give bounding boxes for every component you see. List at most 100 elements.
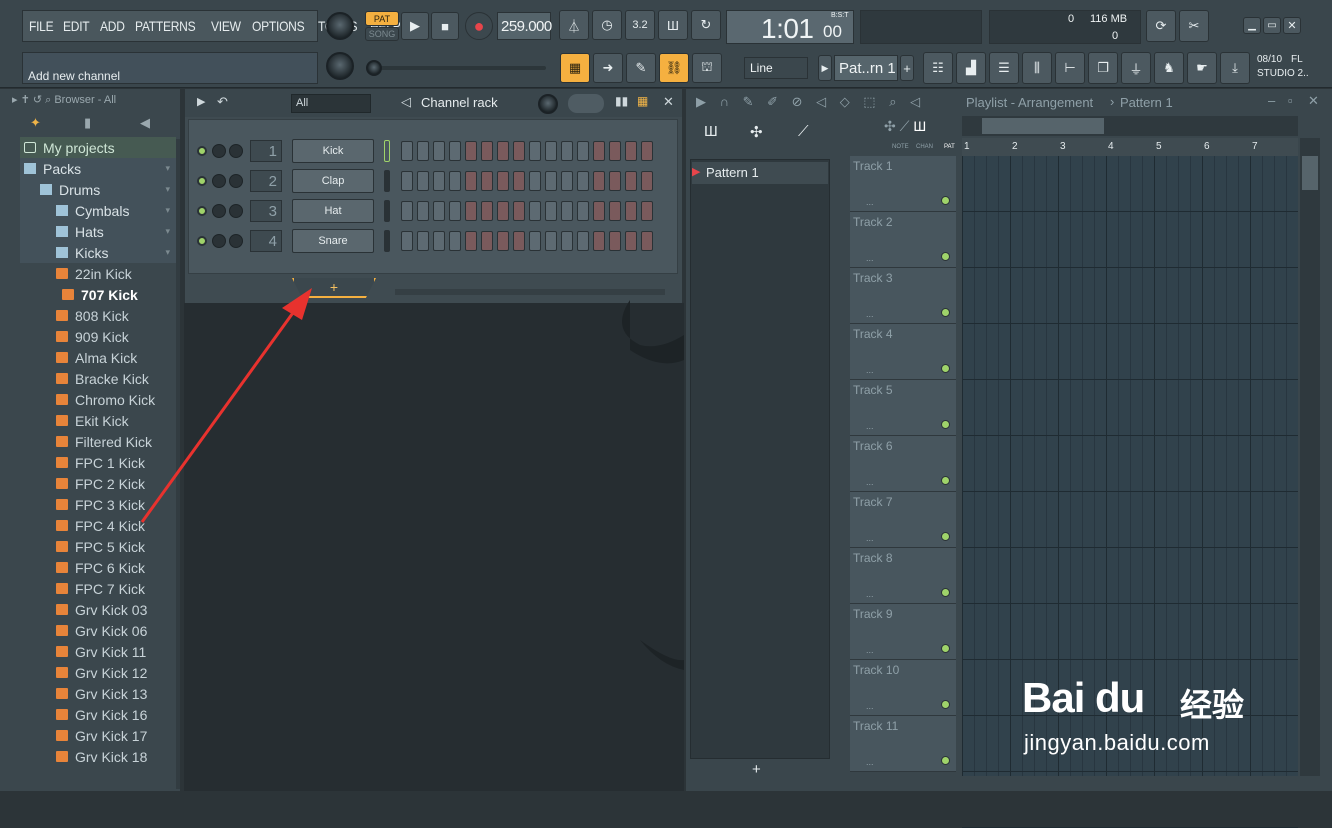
pitch-slider-handle[interactable]: [366, 60, 382, 76]
step-button[interactable]: [513, 171, 525, 191]
master-volume-knob[interactable]: [326, 12, 354, 40]
step-button[interactable]: [609, 141, 621, 161]
step-button[interactable]: [497, 231, 509, 251]
channel-mixer-track[interactable]: 3: [250, 200, 282, 222]
step-button[interactable]: [481, 171, 493, 191]
step-button[interactable]: [465, 201, 477, 221]
track-mute-led[interactable]: [941, 476, 950, 485]
song-position-display[interactable]: 1:01 00 B:S:T: [726, 10, 854, 44]
rack-scrollbar[interactable]: [395, 289, 665, 295]
track-header[interactable]: Track 3...: [850, 268, 956, 324]
scroll-follow-button[interactable]: ✎: [626, 53, 656, 83]
track-header[interactable]: Track 8...: [850, 548, 956, 604]
step-button[interactable]: [433, 171, 445, 191]
step-button[interactable]: [641, 141, 653, 161]
browser-item[interactable]: FPC 6 Kick: [20, 557, 176, 578]
step-button[interactable]: [609, 231, 621, 251]
step-button[interactable]: [545, 171, 557, 191]
stamp-button[interactable]: ⛫: [692, 53, 722, 83]
step-button[interactable]: [561, 201, 573, 221]
channel-name-button[interactable]: Snare: [292, 229, 374, 253]
channel-pan-knob[interactable]: [212, 234, 226, 248]
step-button[interactable]: [625, 231, 637, 251]
step-button[interactable]: [497, 171, 509, 191]
pat-mode-button[interactable]: PAT: [365, 11, 399, 26]
panic-button[interactable]: ✂: [1179, 10, 1209, 42]
step-button[interactable]: [417, 171, 429, 191]
pattern-selector[interactable]: Pat..rn 1: [834, 55, 898, 81]
step-button[interactable]: [401, 201, 413, 221]
channel-name-button[interactable]: Kick: [292, 139, 374, 163]
piano-roll-window-button[interactable]: ▟: [956, 52, 986, 84]
channel-pan-knob[interactable]: [212, 144, 226, 158]
step-button[interactable]: [593, 201, 605, 221]
step-button[interactable]: [401, 231, 413, 251]
track-mute-led[interactable]: [941, 588, 950, 597]
step-button[interactable]: [641, 231, 653, 251]
playlist-window-button[interactable]: ☷: [923, 52, 953, 84]
channel-mute-led[interactable]: [197, 236, 207, 246]
step-button[interactable]: [417, 201, 429, 221]
track-mute-led[interactable]: [941, 252, 950, 261]
browser-item[interactable]: Grv Kick 03: [20, 599, 176, 620]
step-button[interactable]: [449, 201, 461, 221]
typing-keyboard-button[interactable]: ▦: [560, 53, 590, 83]
step-button[interactable]: [577, 171, 589, 191]
step-button[interactable]: [465, 171, 477, 191]
step-button[interactable]: [481, 231, 493, 251]
step-button[interactable]: [465, 231, 477, 251]
rack-undo-icon[interactable]: ↶: [217, 94, 228, 110]
track-mute-led[interactable]: [941, 700, 950, 709]
step-button[interactable]: [513, 201, 525, 221]
browser-item[interactable]: Grv Kick 13: [20, 683, 176, 704]
step-button[interactable]: [641, 171, 653, 191]
expand-arrow-icon[interactable]: ▾: [165, 184, 170, 195]
browser-file-icon[interactable]: ▮: [84, 115, 91, 131]
playlist-tool-icons[interactable]: ▶ ∩ ✎ ✐ ⊘ ◁ ◇ ⬚ ⌕ ◁: [696, 94, 925, 110]
step-button[interactable]: [529, 231, 541, 251]
track-header[interactable]: Track 2...: [850, 212, 956, 268]
channel-mixer-track[interactable]: 2: [250, 170, 282, 192]
rack-graph-icon[interactable]: ▮▮: [615, 94, 628, 108]
expand-arrow-icon[interactable]: ▾: [165, 226, 170, 237]
step-button[interactable]: [401, 171, 413, 191]
menu-view[interactable]: VIEW: [211, 18, 241, 34]
browser-item[interactable]: Packs ▾: [20, 158, 176, 179]
expand-arrow-icon[interactable]: ▾: [165, 247, 170, 258]
step-button[interactable]: [513, 231, 525, 251]
step-button[interactable]: [577, 201, 589, 221]
vscroll-thumb[interactable]: [1302, 156, 1318, 190]
record-button[interactable]: ●: [465, 12, 493, 40]
minimize-button[interactable]: ▁: [1243, 17, 1261, 34]
main-pitch-slider[interactable]: [366, 66, 546, 70]
step-button[interactable]: [513, 141, 525, 161]
multilink-button[interactable]: ⛓: [659, 53, 689, 83]
rack-close-icon[interactable]: ✕: [663, 94, 674, 110]
step-button[interactable]: [625, 141, 637, 161]
channel-rack-window-button[interactable]: ☰: [989, 52, 1019, 84]
touch-button[interactable]: ☛: [1187, 52, 1217, 84]
browser-window-button[interactable]: ⊢: [1055, 52, 1085, 84]
step-button[interactable]: [417, 141, 429, 161]
track-header[interactable]: Track 5...: [850, 380, 956, 436]
rack-filter-select[interactable]: All: [291, 94, 371, 113]
plugin-button[interactable]: ⏚: [1121, 52, 1151, 84]
browser-item[interactable]: FPC 5 Kick: [20, 536, 176, 557]
channel-name-button[interactable]: Clap: [292, 169, 374, 193]
countdown-button[interactable]: 3.2: [625, 10, 655, 40]
wait-input-button[interactable]: ◷: [592, 10, 622, 40]
hscroll-thumb[interactable]: [982, 118, 1104, 134]
track-header[interactable]: Track 1...: [850, 156, 956, 212]
step-button[interactable]: [561, 231, 573, 251]
channel-mixer-track[interactable]: 1: [250, 140, 282, 162]
track-mute-led[interactable]: [941, 308, 950, 317]
step-button[interactable]: [561, 171, 573, 191]
browser-speaker-icon[interactable]: ◀: [140, 115, 150, 131]
project-button[interactable]: ❐: [1088, 52, 1118, 84]
master-pitch-knob[interactable]: [326, 52, 354, 80]
browser-star-icon[interactable]: ✦: [30, 115, 41, 131]
browser-item[interactable]: Drums ▾: [20, 179, 176, 200]
step-button[interactable]: [497, 141, 509, 161]
channel-mixer-track[interactable]: 4: [250, 230, 282, 252]
browser-item[interactable]: My projects: [20, 137, 176, 158]
